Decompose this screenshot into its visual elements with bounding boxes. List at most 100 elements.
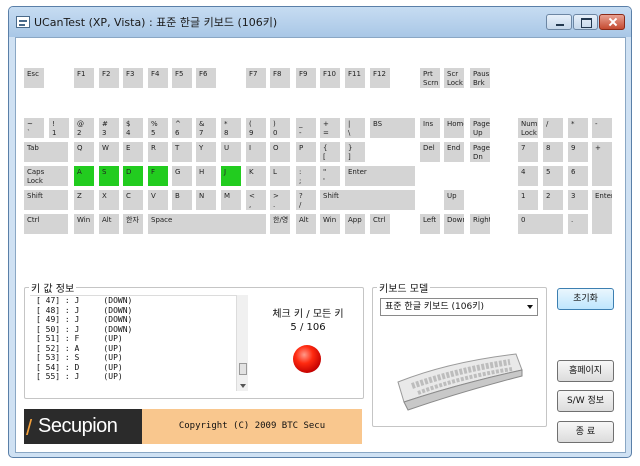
homepage-button[interactable]: 홈페이지 — [557, 360, 614, 382]
key-[interactable]: ~ ` — [24, 118, 44, 138]
key-n[interactable]: N — [196, 190, 216, 210]
key-6[interactable]: ^ 6 — [172, 118, 192, 138]
key-[interactable]: - — [592, 118, 612, 138]
key-[interactable]: | \ — [345, 118, 365, 138]
title-bar[interactable]: UCanTest (XP, Vista) : 표준 한글 키보드 (106키) — [9, 7, 631, 37]
key-c[interactable]: C — [123, 190, 143, 210]
key-ctrl[interactable]: Ctrl — [370, 214, 390, 234]
key-down[interactable]: Down — [444, 214, 464, 234]
key-7[interactable]: 7 — [518, 142, 538, 162]
scrollbar-thumb[interactable] — [239, 363, 247, 375]
key-d[interactable]: D — [123, 166, 143, 186]
key-e[interactable]: E — [123, 142, 143, 162]
key-a[interactable]: A — [74, 166, 94, 186]
log-scrollbar[interactable] — [236, 295, 248, 391]
key-x[interactable]: X — [99, 190, 119, 210]
chevron-down-icon[interactable] — [527, 305, 533, 309]
key-f7[interactable]: F7 — [246, 68, 266, 88]
key-7[interactable]: & 7 — [196, 118, 216, 138]
key-8[interactable]: * 8 — [221, 118, 241, 138]
scroll-down-arrow-icon[interactable] — [237, 381, 249, 391]
key-m[interactable]: M — [221, 190, 241, 210]
key-[interactable]: _ - — [296, 118, 316, 138]
key-[interactable]: : ; — [296, 166, 316, 186]
key-shift[interactable]: Shift — [24, 190, 68, 210]
key-f9[interactable]: F9 — [296, 68, 316, 88]
key-k[interactable]: K — [246, 166, 266, 186]
key-f4[interactable]: F4 — [148, 68, 168, 88]
key-1[interactable]: 1 — [518, 190, 538, 210]
key-p[interactable]: P — [296, 142, 316, 162]
key-g[interactable]: G — [172, 166, 192, 186]
key-z[interactable]: Z — [74, 190, 94, 210]
key-w[interactable]: W — [99, 142, 119, 162]
key-space[interactable]: Space — [148, 214, 266, 234]
key-y[interactable]: Y — [196, 142, 216, 162]
key-ins[interactable]: Ins — [420, 118, 440, 138]
key-0[interactable]: 0 — [518, 214, 563, 234]
key-f8[interactable]: F8 — [270, 68, 290, 88]
key-caps-lock[interactable]: Caps Lock — [24, 166, 68, 186]
exit-button[interactable]: 종 료 — [557, 421, 614, 443]
key-f3[interactable]: F3 — [123, 68, 143, 88]
key-f[interactable]: F — [148, 166, 168, 186]
key-8[interactable]: 8 — [543, 142, 563, 162]
key-left[interactable]: Left — [420, 214, 440, 234]
key-right[interactable]: Right — [470, 214, 490, 234]
key-scr-lock[interactable]: Scr Lock — [444, 68, 464, 88]
key-num-lock[interactable]: Num Lock — [518, 118, 538, 138]
close-button[interactable] — [599, 14, 625, 30]
key-esc[interactable]: Esc — [24, 68, 44, 88]
key-한자[interactable]: 한자 — [123, 214, 143, 234]
key-[interactable]: { [ — [320, 142, 340, 162]
key-3[interactable]: 3 — [568, 190, 588, 210]
key-9[interactable]: 9 — [568, 142, 588, 162]
minimize-button[interactable] — [546, 14, 572, 30]
key-alt[interactable]: Alt — [296, 214, 316, 234]
reset-button[interactable]: 초기화 — [557, 288, 614, 310]
key-j[interactable]: J — [221, 166, 241, 186]
key-5[interactable]: 5 — [543, 166, 563, 186]
key-alt[interactable]: Alt — [99, 214, 119, 234]
key-[interactable]: . — [568, 214, 588, 234]
key-f6[interactable]: F6 — [196, 68, 216, 88]
key-f5[interactable]: F5 — [172, 68, 192, 88]
sw-info-button[interactable]: S/W 정보 — [557, 390, 614, 412]
key-3[interactable]: # 3 — [99, 118, 119, 138]
key-tab[interactable]: Tab — [24, 142, 68, 162]
key-[interactable]: / — [543, 118, 563, 138]
keyboard-model-select[interactable]: 표준 한글 키보드 (106키) — [380, 298, 538, 316]
key-page-up[interactable]: Page Up — [470, 118, 490, 138]
key-ctrl[interactable]: Ctrl — [24, 214, 68, 234]
key-o[interactable]: O — [270, 142, 290, 162]
key-l[interactable]: L — [270, 166, 290, 186]
key-한-영[interactable]: 한/영 — [270, 214, 290, 234]
key-enter[interactable]: Enter — [592, 190, 612, 234]
key-[interactable]: + — [592, 142, 612, 186]
key-2[interactable]: 2 — [543, 190, 563, 210]
key-f10[interactable]: F10 — [320, 68, 340, 88]
key-win[interactable]: Win — [74, 214, 94, 234]
key-paus-brk[interactable]: Paus Brk — [470, 68, 490, 88]
key-6[interactable]: 6 — [568, 166, 588, 186]
key-up[interactable]: Up — [444, 190, 464, 210]
key-end[interactable]: End — [444, 142, 464, 162]
key-f12[interactable]: F12 — [370, 68, 390, 88]
key-r[interactable]: R — [148, 142, 168, 162]
key-v[interactable]: V — [148, 190, 168, 210]
key-5[interactable]: % 5 — [148, 118, 168, 138]
key-[interactable]: + = — [320, 118, 340, 138]
key-[interactable]: } ] — [345, 142, 365, 162]
key-[interactable]: " ' — [320, 166, 340, 186]
key-s[interactable]: S — [99, 166, 119, 186]
key-4[interactable]: $ 4 — [123, 118, 143, 138]
key-4[interactable]: 4 — [518, 166, 538, 186]
key-log-list[interactable]: [ 47] : J (DOWN)[ 48] : J (DOWN)[ 49] : … — [30, 295, 248, 391]
key-[interactable]: > . — [270, 190, 290, 210]
key-f11[interactable]: F11 — [345, 68, 365, 88]
key-b[interactable]: B — [172, 190, 192, 210]
key-i[interactable]: I — [246, 142, 266, 162]
key-f1[interactable]: F1 — [74, 68, 94, 88]
key-q[interactable]: Q — [74, 142, 94, 162]
key-f2[interactable]: F2 — [99, 68, 119, 88]
